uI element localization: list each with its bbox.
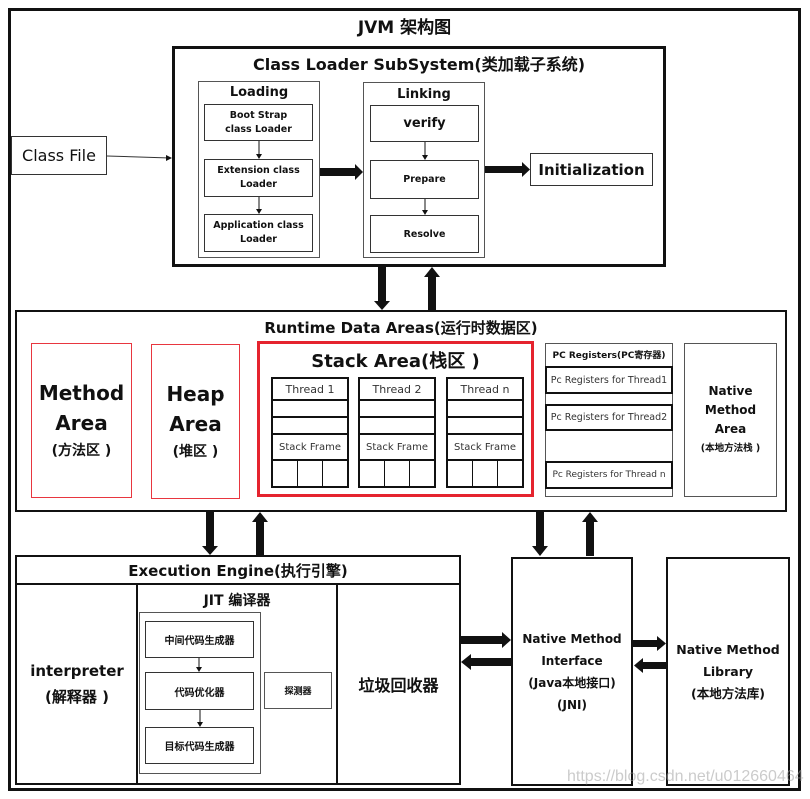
stack-frame-cell (323, 461, 347, 486)
thread-name: Thread 2 (360, 379, 434, 401)
class-loader-title: Class Loader SubSystem(类加载子系统) (252, 55, 586, 74)
heap-area-line1: Heap (166, 381, 225, 406)
stack-frame-label: Stack Frame (273, 435, 347, 461)
pc-register-thread1: Pc Registers for Thread1 (545, 366, 673, 394)
library-line3: (本地方法库) (691, 685, 765, 701)
interpreter-section: interpreter (解释器 ) (17, 585, 137, 783)
native-method-area-line1: Native (708, 383, 753, 398)
native-method-area-line3: Area (714, 421, 747, 436)
method-area-line1: Method (38, 380, 125, 405)
extension-class-loader: Extension class Loader (204, 159, 313, 197)
pc-register-thread2: Pc Registers for Thread2 (545, 404, 673, 431)
jni-line1: Native Method (522, 631, 622, 646)
extension-label: Extension class Loader (217, 165, 300, 190)
thread-column: Thread n Stack Frame (446, 377, 524, 488)
stack-frame-label: Stack Frame (448, 435, 522, 461)
stack-area-title: Stack Area(栈区 ) (311, 351, 480, 372)
stack-frame-cell (360, 461, 385, 486)
jit-title: JIT 编译器 (203, 593, 271, 609)
jni-line3: (Java本地接口) (528, 675, 616, 690)
native-method-area: Native Method Area (本地方法栈 ) (684, 343, 777, 497)
heap-area-line2: Area (169, 411, 222, 436)
boot-strap-label: Boot Strap class Loader (225, 109, 292, 135)
watermark: https://blog.csdn.net/u012660464 (567, 768, 804, 785)
linking-title: Linking (397, 86, 451, 102)
verify-step: verify (370, 105, 479, 142)
stack-slot (273, 401, 347, 418)
stack-frame-cell (385, 461, 410, 486)
method-area-line2: Area (55, 410, 108, 435)
heap-area: Heap Area (堆区 ) (151, 344, 240, 499)
library-line2: Library (702, 663, 754, 679)
method-area-line3: (方法区 ) (51, 442, 112, 459)
native-method-area-line4: (本地方法栈 ) (700, 442, 761, 454)
execution-engine-title: Execution Engine(执行引擎) (128, 562, 348, 580)
thread-name: Thread 1 (273, 379, 347, 401)
method-area: Method Area (方法区 ) (31, 343, 132, 498)
stack-frame-cell (448, 461, 473, 486)
native-method-interface: Native Method Interface (Java本地接口) (JNI) (511, 557, 633, 786)
stack-frame-cell (473, 461, 498, 486)
stack-frame-label: Stack Frame (360, 435, 434, 461)
pc-register-thread-n: Pc Registers for Thread n (545, 461, 673, 489)
library-line1: Native Method (676, 641, 780, 657)
prepare-step: Prepare (370, 160, 479, 199)
diagram-title: JVM 架构图 (357, 17, 452, 38)
stack-frame-cell (273, 461, 298, 486)
resolve-step: Resolve (370, 215, 479, 253)
application-label: Application class Loader (213, 220, 304, 245)
loading-title: Loading (229, 84, 289, 100)
profiler: 探测器 (264, 672, 332, 709)
native-method-library: Native Method Library (本地方法库) (666, 557, 790, 786)
interpreter-line1: interpreter (30, 662, 124, 680)
heap-area-line3: (堆区 ) (172, 443, 219, 460)
code-optimizer: 代码优化器 (145, 672, 254, 710)
garbage-collector: 垃圾回收器 (358, 676, 439, 695)
stack-frame-cells (360, 461, 434, 486)
thread-name: Thread n (448, 379, 522, 401)
pc-registers-title: PC Registers(PC寄存器) (552, 350, 666, 361)
interpreter-divider (136, 584, 138, 784)
boot-strap-class-loader: Boot Strap class Loader (204, 104, 313, 141)
target-code-generator: 目标代码生成器 (145, 727, 254, 764)
thread-column: Thread 1 Stack Frame (271, 377, 349, 488)
runtime-title: Runtime Data Areas(运行时数据区) (264, 318, 538, 337)
initialization-box: Initialization (530, 153, 653, 186)
stack-frame-cells (448, 461, 522, 486)
thread-column: Thread 2 Stack Frame (358, 377, 436, 488)
stack-frame-cell (298, 461, 323, 486)
interpreter-line2: (解释器 ) (45, 688, 109, 706)
stack-frame-cell (498, 461, 522, 486)
stack-frame-cell (410, 461, 434, 486)
stack-slot (448, 418, 522, 435)
stack-frame-cells (273, 461, 347, 486)
jni-line4: (JNI) (557, 697, 587, 712)
stack-slot (273, 418, 347, 435)
native-method-area-line2: Method (704, 402, 757, 417)
stack-slot (360, 418, 434, 435)
application-class-loader: Application class Loader (204, 214, 313, 252)
stack-slot (360, 401, 434, 418)
intermediate-code-generator: 中间代码生成器 (145, 621, 254, 658)
stack-slot (448, 401, 522, 418)
jni-line2: Interface (541, 653, 603, 668)
class-file-box: Class File (11, 136, 107, 175)
